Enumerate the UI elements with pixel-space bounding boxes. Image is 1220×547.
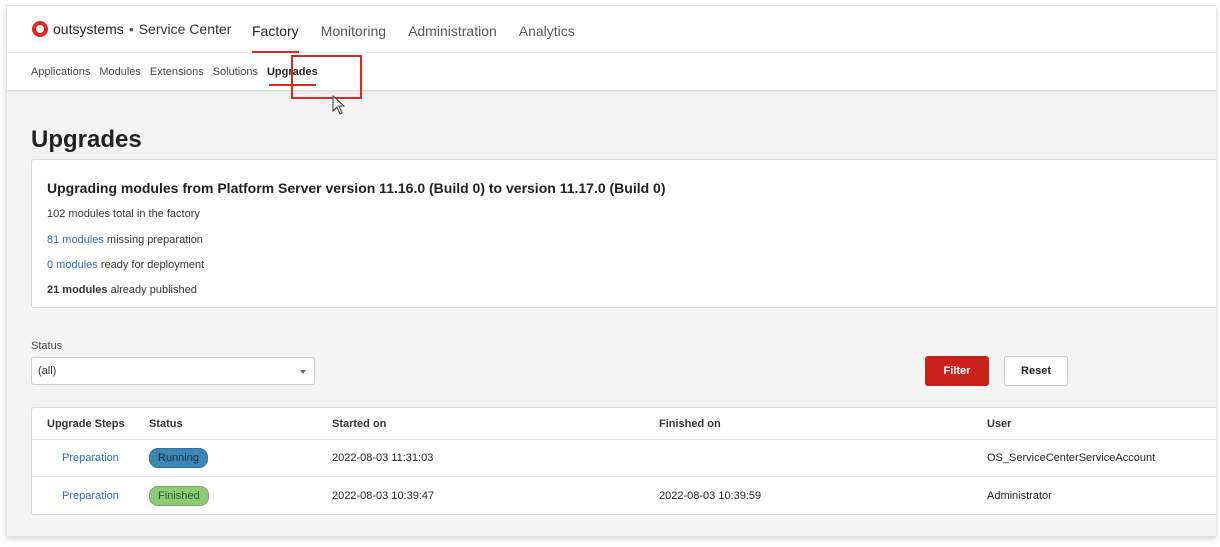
status-filter-label: Status <box>31 340 63 352</box>
outsystems-logo-icon <box>32 21 48 37</box>
status-cell: Running <box>149 440 208 476</box>
started-on-cell: 2022-08-03 10:39:47 <box>332 489 435 502</box>
missing-preparation-line: 81 modules missing preparation <box>47 234 203 246</box>
ready-deployment-line: 0 modules ready for deployment <box>47 259 204 271</box>
header-upgrade-steps: Upgrade Steps <box>47 417 125 430</box>
page-title: Upgrades <box>31 126 142 153</box>
sub-nav-bar: Applications Modules Extensions Solution… <box>7 53 1216 91</box>
reset-button[interactable]: Reset <box>1004 356 1068 386</box>
status-select[interactable]: (all) <box>31 357 315 385</box>
status-select-value: (all) <box>38 365 57 377</box>
missing-preparation-link[interactable]: 81 modules <box>47 234 104 246</box>
nav-factory[interactable]: Factory <box>252 6 299 53</box>
header-finished-on: Finished on <box>659 417 721 430</box>
modules-total: 102 modules total in the factory <box>47 208 200 220</box>
subnav-solutions[interactable]: Solutions <box>213 53 258 91</box>
user-cell: OS_ServiceCenterServiceAccount <box>987 452 1156 464</box>
started-on-cell: 2022-08-03 11:31:03 <box>332 452 434 464</box>
upgrades-highlight-box <box>291 55 362 99</box>
nav-analytics[interactable]: Analytics <box>519 6 575 53</box>
subnav-applications[interactable]: Applications <box>31 53 90 91</box>
product-name: Service Center <box>138 21 232 37</box>
missing-preparation-text: missing preparation <box>103 234 203 246</box>
table-row: Preparation Running 2022-08-03 11:31:03 … <box>32 440 1216 477</box>
ready-deployment-text: ready for deployment <box>97 259 205 271</box>
status-badge: Finished <box>149 485 209 506</box>
brand-name: outsystems <box>53 21 124 37</box>
sub-nav: Applications Modules Extensions Solution… <box>31 53 327 91</box>
already-published-text: already published <box>107 284 197 296</box>
status-cell: Finished <box>149 477 209 514</box>
table-row: Preparation Finished 2022-08-03 10:39:47… <box>32 477 1216 514</box>
header-started-on: Started on <box>332 417 387 430</box>
upgrade-summary-panel: Upgrading modules from Platform Server v… <box>31 159 1216 308</box>
finished-on-cell: 2022-08-03 10:39:59 <box>659 489 762 502</box>
status-badge: Running <box>149 448 208 468</box>
subnav-extensions[interactable]: Extensions <box>150 53 204 91</box>
table-header-row: Upgrade Steps Status Started on Finished… <box>32 408 1216 440</box>
mouse-pointer-icon <box>332 95 346 115</box>
chevron-down-icon <box>300 370 306 374</box>
nav-monitoring[interactable]: Monitoring <box>321 6 386 53</box>
subnav-modules[interactable]: Modules <box>99 53 141 91</box>
app-window: outsystems • Service Center Factory Moni… <box>6 5 1216 537</box>
step-link[interactable]: Preparation <box>62 477 119 514</box>
already-published-count: 21 modules <box>47 284 108 296</box>
top-bar: outsystems • Service Center Factory Moni… <box>7 6 1216 53</box>
upgrade-heading: Upgrading modules from Platform Server v… <box>47 180 666 196</box>
user-cell: Administrator <box>987 489 1052 502</box>
brand-separator: • <box>128 21 134 37</box>
filter-button[interactable]: Filter <box>925 356 989 386</box>
step-link[interactable]: Preparation <box>62 440 119 476</box>
ready-deployment-link[interactable]: 0 modules <box>47 259 98 271</box>
logo[interactable]: outsystems • Service Center <box>32 21 231 37</box>
header-status: Status <box>149 417 183 430</box>
main-nav: Factory Monitoring Administration Analyt… <box>252 6 597 53</box>
already-published-line: 21 modules already published <box>47 284 197 296</box>
header-user: User <box>987 417 1012 430</box>
nav-administration[interactable]: Administration <box>408 6 497 53</box>
upgrade-steps-table: Upgrade Steps Status Started on Finished… <box>31 407 1216 515</box>
